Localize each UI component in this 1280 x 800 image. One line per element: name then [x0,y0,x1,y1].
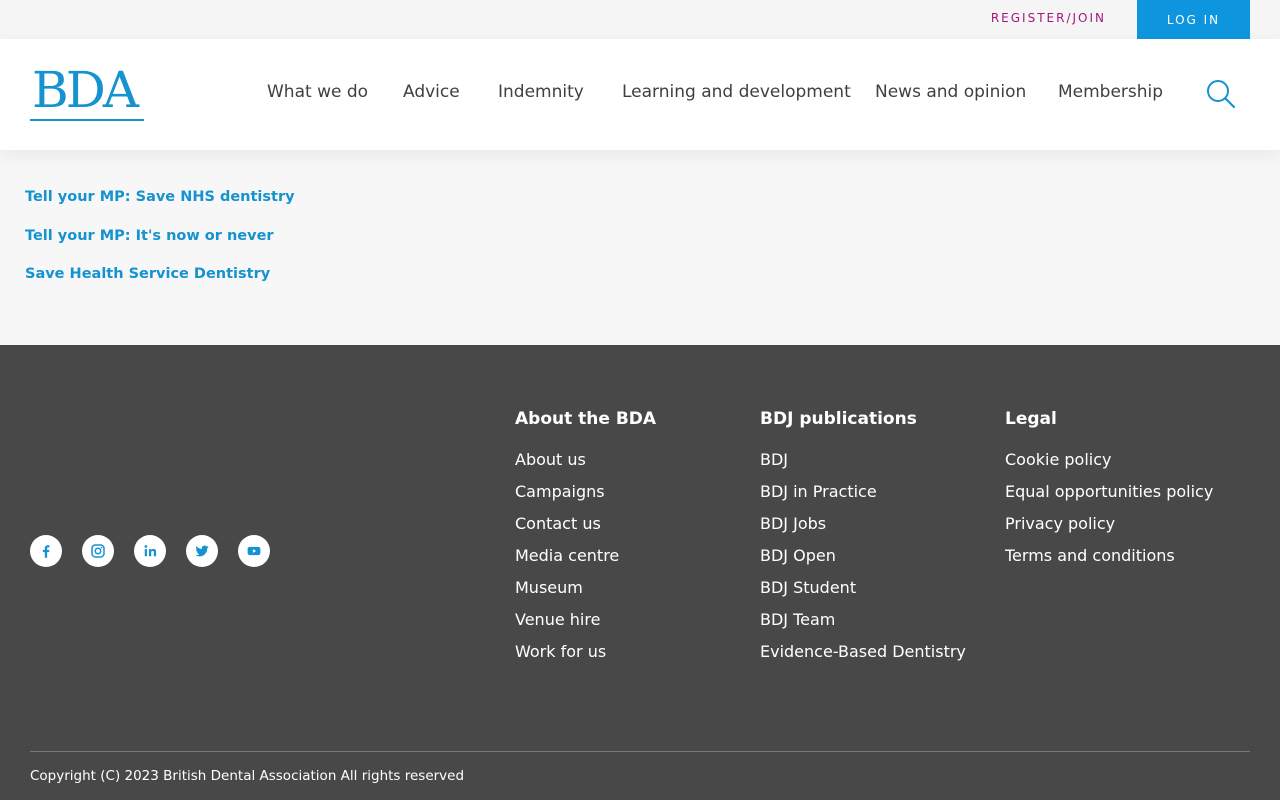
footer-link-bdj[interactable]: BDJ [760,449,1000,481]
footer-link-terms-and-conditions[interactable]: Terms and conditions [1005,545,1245,577]
nav-item-indemnity[interactable]: Indemnity [498,39,584,150]
nav-item-membership[interactable]: Membership [1058,39,1163,150]
instagram-icon [91,544,105,558]
search-button[interactable] [1205,78,1237,110]
social-links [30,535,270,567]
campaign-link-save-health-service-dentistry[interactable]: Save Health Service Dentistry [25,263,425,302]
main-header: BDA What we do Advice Indemnity Learning… [0,39,1280,150]
footer-link-bdj-student[interactable]: BDJ Student [760,577,1000,609]
footer-link-evidence-based-dentistry[interactable]: Evidence-Based Dentistry [760,641,1000,673]
footer-link-bdj-team[interactable]: BDJ Team [760,609,1000,641]
search-icon [1207,80,1236,109]
footer-col-about: About the BDA About us Campaigns Contact… [515,407,755,673]
nav-item-advice[interactable]: Advice [403,39,460,150]
site-footer: About the BDA About us Campaigns Contact… [0,345,1280,800]
login-button[interactable]: LOG IN [1137,0,1250,39]
footer-col-title: BDJ publications [760,409,917,429]
footer-col-title: Legal [1005,409,1057,429]
campaign-link-save-nhs-dentistry[interactable]: Tell your MP: Save NHS dentistry [25,186,425,225]
twitter-link[interactable] [186,535,218,567]
footer-link-bdj-open[interactable]: BDJ Open [760,545,1000,577]
footer-divider [30,751,1250,752]
footer-link-contact-us[interactable]: Contact us [515,513,755,545]
campaign-link-now-or-never[interactable]: Tell your MP: It's now or never [25,225,425,264]
nav-item-what-we-do[interactable]: What we do [267,39,368,150]
twitter-icon [195,545,209,557]
footer-link-bdj-in-practice[interactable]: BDJ in Practice [760,481,1000,513]
copyright-text: Copyright (C) 2023 British Dental Associ… [30,768,465,784]
footer-link-about-us[interactable]: About us [515,449,755,481]
footer-col-bdj-publications: BDJ publications BDJ BDJ in Practice BDJ… [760,407,1000,673]
utility-bar: REGISTER/JOIN LOG IN [0,0,1280,39]
footer-link-venue-hire[interactable]: Venue hire [515,609,755,641]
footer-link-campaigns[interactable]: Campaigns [515,481,755,513]
main-nav: What we do Advice Indemnity Learning and… [0,39,1280,150]
footer-link-museum[interactable]: Museum [515,577,755,609]
register-join-link[interactable]: REGISTER/JOIN [991,0,1106,36]
footer-link-bdj-jobs[interactable]: BDJ Jobs [760,513,1000,545]
linkedin-link[interactable] [134,535,166,567]
footer-col-legal: Legal Cookie policy Equal opportunities … [1005,407,1245,577]
youtube-link[interactable] [238,535,270,567]
facebook-link[interactable] [30,535,62,567]
footer-link-privacy-policy[interactable]: Privacy policy [1005,513,1245,545]
nav-item-news-and-opinion[interactable]: News and opinion [875,39,1026,150]
nav-item-learning-and-development[interactable]: Learning and development [622,39,851,150]
instagram-link[interactable] [82,535,114,567]
footer-col-title: About the BDA [515,409,657,429]
footer-link-equal-opportunities-policy[interactable]: Equal opportunities policy [1005,481,1245,513]
footer-link-cookie-policy[interactable]: Cookie policy [1005,449,1245,481]
youtube-icon [247,546,261,556]
campaign-links: Tell your MP: Save NHS dentistry Tell yo… [25,186,425,302]
footer-link-media-centre[interactable]: Media centre [515,545,755,577]
linkedin-icon [144,545,157,557]
facebook-icon [42,545,50,558]
footer-link-work-for-us[interactable]: Work for us [515,641,755,673]
